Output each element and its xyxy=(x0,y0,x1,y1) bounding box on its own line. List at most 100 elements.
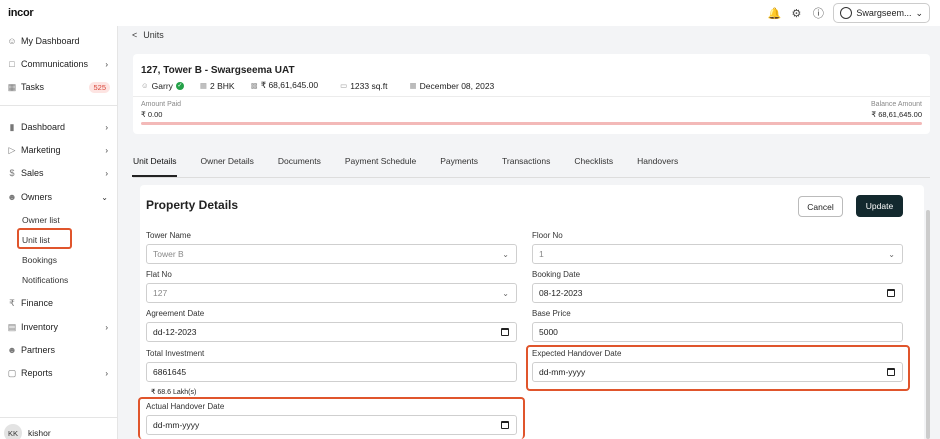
cancel-button[interactable]: Cancel xyxy=(798,196,843,217)
help-icon[interactable]: ⓘ xyxy=(811,6,825,20)
chevron-down-icon: ⌄ xyxy=(915,7,923,18)
agreement-date-value: dd-12-2023 xyxy=(153,327,197,337)
chevron-right-icon: › xyxy=(105,368,108,378)
unit-title: 127, Tower B - Swargseema UAT xyxy=(141,65,295,76)
sidebar-item-sales[interactable]: $ Sales › xyxy=(0,164,118,182)
tab-owner-details[interactable]: Owner Details xyxy=(200,150,253,177)
flat-no-select[interactable]: 127 ⌄ xyxy=(146,283,517,303)
sidebar-item-my-dashboard[interactable]: ☺ My Dashboard xyxy=(0,32,118,50)
partners-icon: ☻ xyxy=(7,345,17,355)
workspace-selector[interactable]: Swargseem... ⌄ xyxy=(833,3,930,23)
bell-icon[interactable]: 🔔 xyxy=(767,6,782,20)
sidebar-item-label: Reports xyxy=(21,368,53,378)
chevron-down-icon: ⌄ xyxy=(502,249,509,259)
sidebar-subitem-bookings[interactable]: Bookings xyxy=(22,253,57,267)
sidebar-item-label: Owners xyxy=(21,192,53,202)
user-profile[interactable]: KK kishor xyxy=(4,424,51,439)
flat-no-label: Flat No xyxy=(146,270,172,279)
user-icon: ☺ xyxy=(7,36,17,46)
owner-name: Garry xyxy=(151,80,173,91)
chevron-down-icon: ⌄ xyxy=(502,288,509,298)
tab-unit-details[interactable]: Unit Details xyxy=(131,150,178,177)
sidebar-item-marketing[interactable]: ▷ Marketing › xyxy=(0,141,118,159)
sidebar-item-label: Tasks xyxy=(21,82,45,92)
sidebar-item-label: Marketing xyxy=(21,145,61,155)
chevron-down-icon: ⌄ xyxy=(101,192,108,202)
sidebar-subitem-notifications[interactable]: Notifications xyxy=(22,273,68,287)
floor-no-label: Floor No xyxy=(532,231,563,240)
verified-icon: ✓ xyxy=(175,81,184,90)
base-price-value: 5000 xyxy=(539,327,558,337)
unit-tabs: Unit Details Owner Details Documents Pay… xyxy=(131,150,702,178)
amount-paid-value: ₹ 0.00 xyxy=(141,110,163,119)
chevron-right-icon: › xyxy=(105,59,108,69)
tab-documents[interactable]: Documents xyxy=(278,150,321,177)
chevron-right-icon: › xyxy=(105,168,108,178)
calendar-icon: ▦ xyxy=(409,81,417,90)
area-icon: ▭ xyxy=(340,81,348,90)
price-icon: ▩ xyxy=(250,81,258,90)
bed-icon: ▦ xyxy=(199,81,208,90)
flat-no-value: 127 xyxy=(153,288,168,298)
sidebar-item-dashboard[interactable]: ▮ Dashboard › xyxy=(0,118,118,136)
sidebar-item-label: My Dashboard xyxy=(21,36,80,46)
rupee-icon: ₹ xyxy=(9,297,15,308)
chevron-right-icon: › xyxy=(105,122,108,132)
calendar-icon: ▦ xyxy=(7,81,17,92)
workspace-name: Swargseem... xyxy=(856,8,912,18)
chat-icon: □ xyxy=(9,59,15,69)
unit-summary-card: 127, Tower B - Swargseema UAT ☺ Garry ✓ … xyxy=(133,54,930,134)
chart-icon: ▤ xyxy=(7,321,17,332)
highlight-unit-list xyxy=(17,228,72,249)
unit-meta: ☺ Garry ✓ ▦ 2 BHK ▩ ₹ 68,61,645.00 ▭ 123… xyxy=(141,80,494,91)
balance-amount-value: ₹ 68,61,645.00 xyxy=(871,110,922,119)
tab-handovers[interactable]: Handovers xyxy=(637,150,678,177)
sidebar-item-owners[interactable]: ☻ Owners ⌄ xyxy=(0,188,118,206)
users-icon: ☻ xyxy=(7,192,17,202)
calendar-icon[interactable] xyxy=(501,328,509,336)
avatar: KK xyxy=(4,424,22,439)
balance-amount-label: Balance Amount xyxy=(871,101,922,108)
sidebar-item-finance[interactable]: ₹ Finance xyxy=(0,294,118,312)
back-icon[interactable]: < xyxy=(132,30,137,40)
sidebar-subitem-owner-list[interactable]: Owner list xyxy=(22,213,60,227)
megaphone-icon: ▷ xyxy=(8,144,16,155)
sidebar-item-tasks[interactable]: ▦ Tasks 525 xyxy=(0,78,118,96)
sidebar-item-communications[interactable]: □ Communications › xyxy=(0,55,118,73)
sidebar-item-label: Sales xyxy=(21,168,44,178)
total-investment-input[interactable]: 6861645 xyxy=(146,362,517,382)
tab-transactions[interactable]: Transactions xyxy=(502,150,550,177)
floor-no-value: 1 xyxy=(539,249,544,259)
amount-paid-label: Amount Paid xyxy=(141,101,182,108)
divider xyxy=(0,105,118,106)
tab-checklists[interactable]: Checklists xyxy=(574,150,613,177)
sidebar-item-inventory[interactable]: ▤ Inventory › xyxy=(0,318,118,336)
owner-icon: ☺ xyxy=(141,81,149,90)
gear-icon[interactable]: ⚙ xyxy=(789,6,803,20)
tabs-divider xyxy=(133,177,930,178)
floor-no-select[interactable]: 1 ⌄ xyxy=(532,244,903,264)
booking-date-value: 08-12-2023 xyxy=(539,288,583,298)
base-price-input[interactable]: 5000 xyxy=(532,322,903,342)
calendar-icon[interactable] xyxy=(887,289,895,297)
dollar-icon: $ xyxy=(9,168,15,178)
booking-date-input[interactable]: 08-12-2023 xyxy=(532,283,903,303)
sidebar-item-partners[interactable]: ☻ Partners xyxy=(0,341,118,359)
tower-name-value: Tower B xyxy=(153,249,184,259)
breadcrumb: < Units xyxy=(132,30,164,40)
tab-payments[interactable]: Payments xyxy=(440,150,478,177)
highlight-expected-handover xyxy=(526,345,910,391)
scrollbar[interactable] xyxy=(926,210,930,439)
tab-payment-schedule[interactable]: Payment Schedule xyxy=(345,150,416,177)
unit-price: ₹ 68,61,645.00 xyxy=(260,80,319,90)
app-logo[interactable]: incor xyxy=(8,7,34,19)
total-investment-label: Total Investment xyxy=(146,349,205,358)
agreement-date-input[interactable]: dd-12-2023 xyxy=(146,322,517,342)
sidebar-item-reports[interactable]: ▢ Reports › xyxy=(0,364,118,382)
tower-name-select[interactable]: Tower B ⌄ xyxy=(146,244,517,264)
breadcrumb-label[interactable]: Units xyxy=(143,30,164,40)
sidebar-item-label: Dashboard xyxy=(21,122,66,132)
chevron-right-icon: › xyxy=(105,145,108,155)
update-button[interactable]: Update xyxy=(856,195,903,217)
agreement-date-label: Agreement Date xyxy=(146,309,205,318)
